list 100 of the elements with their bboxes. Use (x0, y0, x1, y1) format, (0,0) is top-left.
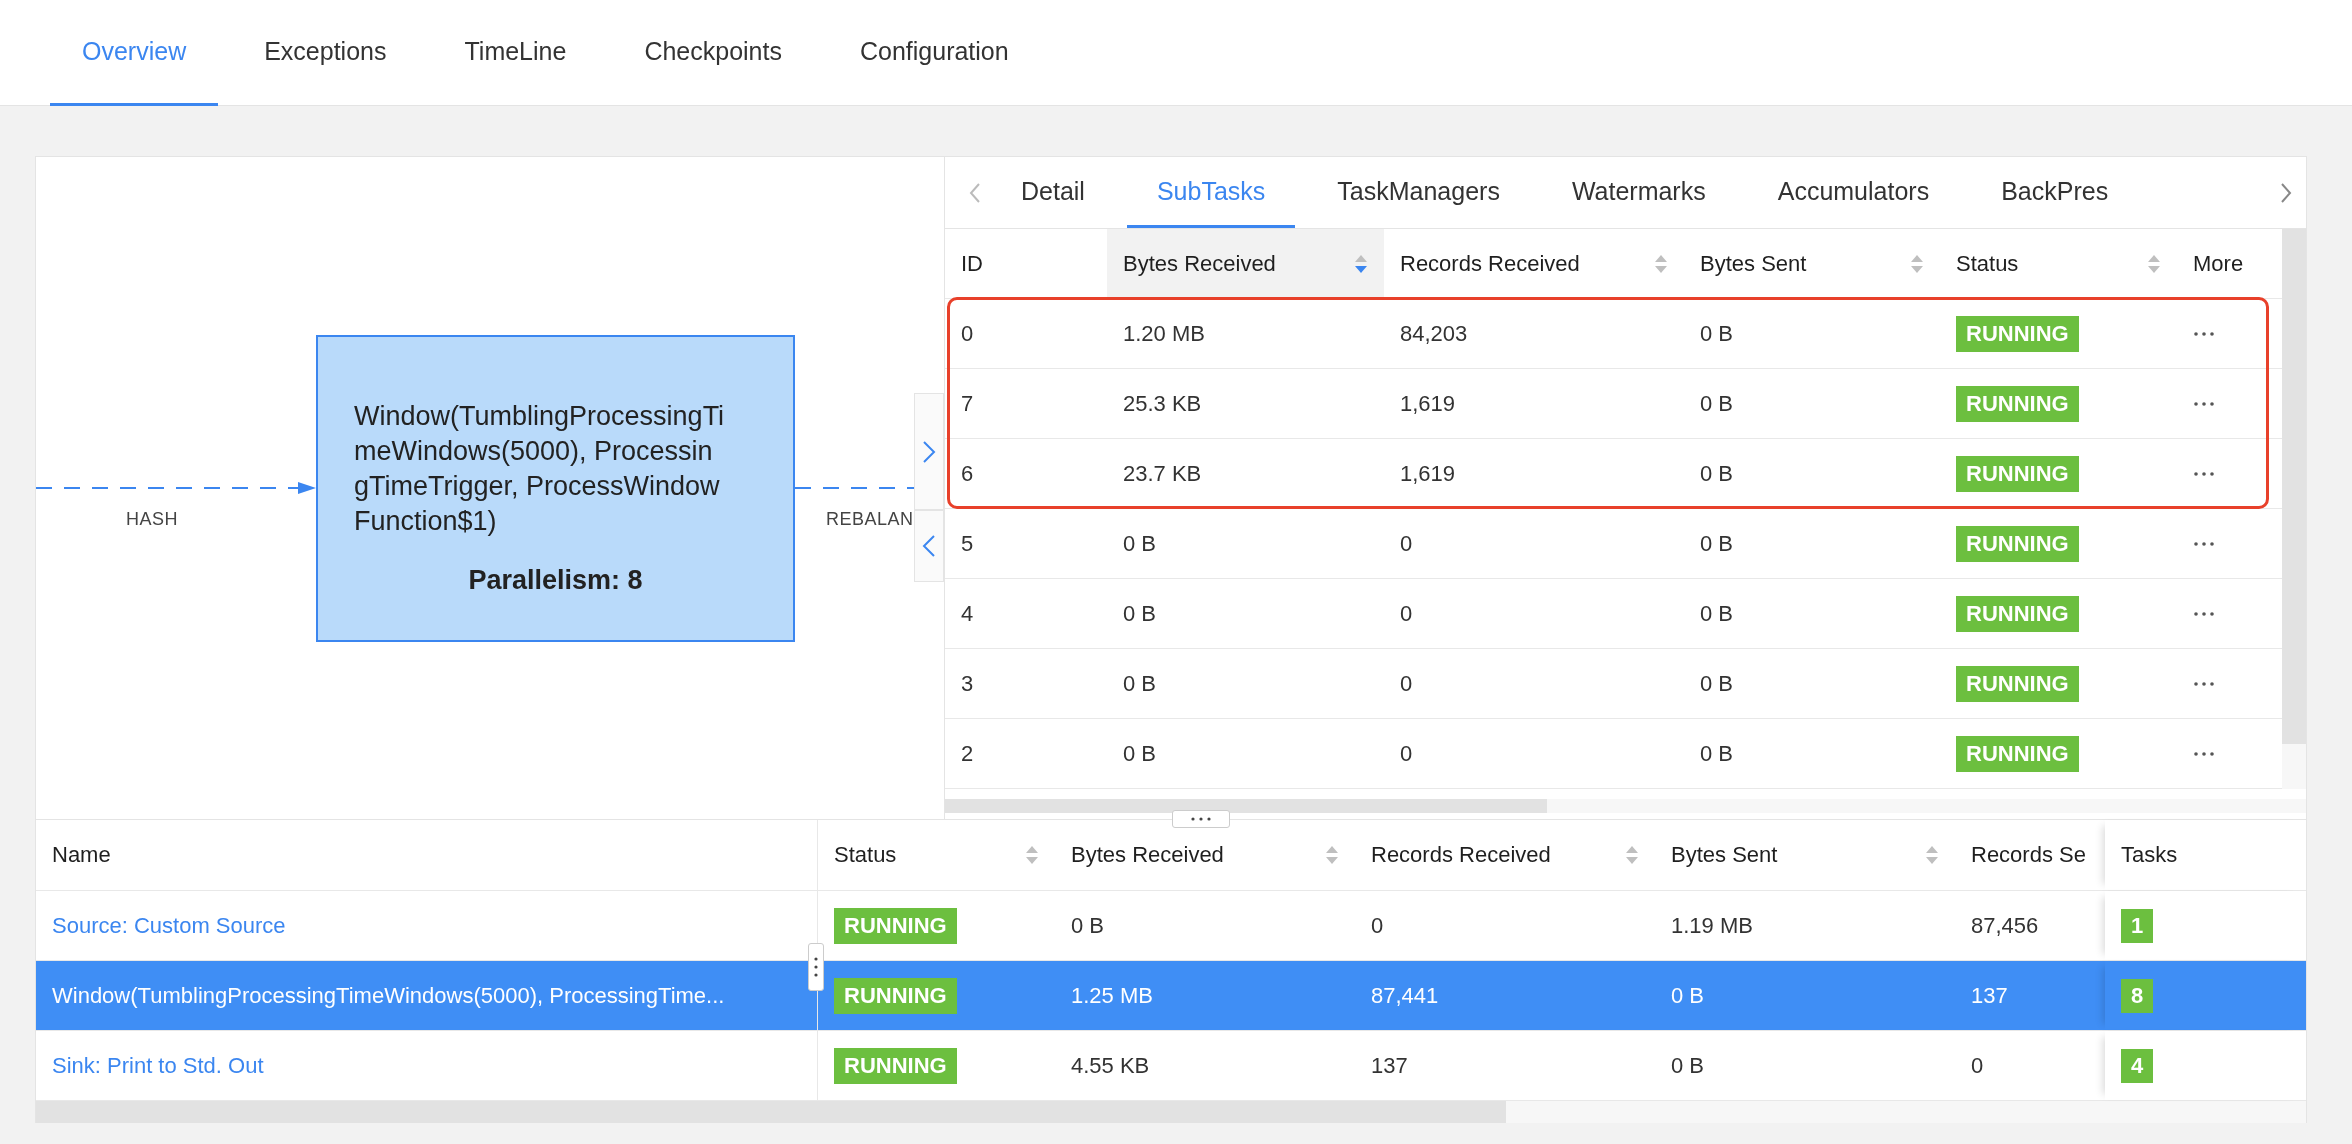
page-tab[interactable]: Overview (50, 0, 219, 106)
more-icon[interactable] (2193, 540, 2215, 547)
scrollbar[interactable] (945, 799, 1547, 813)
table-cell-text: 0 B (1699, 319, 1735, 348)
more-icon[interactable] (2193, 470, 2215, 477)
status-badge: RUNNING (1956, 595, 2079, 632)
split-resize-handle[interactable] (1172, 810, 1230, 828)
status-badge: RUNNING (834, 977, 957, 1014)
status-badge: RUNNING (1956, 385, 2079, 422)
chevron-right-icon[interactable] (2280, 181, 2292, 204)
column-header[interactable]: Records Received (1355, 820, 1655, 890)
table-cell-text: 5 (960, 529, 975, 558)
table-cell-text: 0 (1399, 739, 1414, 768)
table-cell-text: 137 (1970, 981, 2009, 1010)
status-badge: RUNNING (1956, 735, 2079, 772)
table-cell-text: 0 B (1122, 739, 1158, 768)
operator-node[interactable]: Window(TumblingProcessingTimeWindows(5000), ProcessingTimeTrigger, ProcessWindowFunction$1) Parallelism: 8 (316, 335, 795, 642)
sort-icon[interactable] (1625, 844, 1639, 866)
task-count-badge: 4 (2121, 1048, 2154, 1083)
detail-tab[interactable]: TaskManagers (1307, 157, 1530, 228)
vertex-name-link[interactable]: Sink: Print to Std. Out (36, 1031, 818, 1100)
table-cell-text: 2 (960, 739, 975, 768)
column-header[interactable]: Status (818, 820, 1055, 890)
column-header: ID (960, 249, 984, 278)
detail-tab[interactable]: Accumulators (1747, 157, 1960, 228)
table-cell-text: 0 (1399, 529, 1414, 558)
more-icon[interactable] (2193, 680, 2215, 687)
table-cell-text: 1.25 MB (1070, 981, 1154, 1010)
node-parallelism: Parallelism: 8 (467, 565, 644, 596)
table-cell-text: 0 B (1122, 669, 1158, 698)
sort-icon[interactable] (1325, 844, 1339, 866)
page-tab[interactable]: Exceptions (232, 0, 419, 106)
table-cell-text: 0 B (1699, 669, 1735, 698)
table-cell-text: 4.55 KB (1070, 1051, 1151, 1080)
table-cell-text: 6 (960, 459, 975, 488)
sort-icon[interactable] (1025, 844, 1039, 866)
table-cell-text: 0 B (1122, 599, 1158, 628)
status-badge: RUNNING (1956, 525, 2079, 562)
table-cell-text: 137 (1370, 1051, 1409, 1080)
table-cell-text: 1,619 (1399, 459, 1457, 488)
table-cell-text: 0 B (1670, 1051, 1706, 1080)
page-tab[interactable]: TimeLine (432, 0, 599, 106)
table-cell-text: 23.7 KB (1122, 459, 1203, 488)
detail-tab[interactable]: BackPres (1971, 157, 2139, 228)
table-cell-text: 0 (1399, 669, 1414, 698)
column-header[interactable]: Bytes Received (1055, 820, 1355, 890)
collapse-button[interactable] (914, 510, 944, 582)
column-header[interactable]: Records Received (1384, 229, 1684, 298)
page-tab[interactable]: Configuration (827, 0, 1041, 106)
table-cell-text: 0 B (1699, 459, 1735, 488)
more-icon[interactable] (2193, 330, 2215, 337)
status-badge: RUNNING (834, 1047, 957, 1084)
scrollbar[interactable] (2282, 229, 2306, 744)
column-header: Records Se (1970, 841, 2087, 869)
table-cell-text: 1.20 MB (1122, 319, 1206, 348)
detail-tab[interactable]: Watermarks (1541, 157, 1736, 228)
table-cell-text: 0 B (1699, 739, 1735, 768)
column-header: Name (36, 820, 818, 890)
more-icon[interactable] (2193, 750, 2215, 757)
page-tab[interactable]: Checkpoints (612, 0, 814, 106)
table-cell-text: 0 (1399, 599, 1414, 628)
vertex-row[interactable]: Sink: Print to Std. Out RUNNING 4.55 KB 137 0 B 0 4 (36, 1031, 2306, 1101)
chevron-right-icon (922, 439, 936, 464)
chevron-left-icon[interactable] (969, 181, 981, 204)
table-cell-text: 0 (1970, 1051, 1985, 1080)
more-icon[interactable] (2193, 610, 2215, 617)
scrollbar[interactable] (36, 1101, 1506, 1123)
table-cell-text: 87,441 (1370, 981, 1440, 1010)
more-icon[interactable] (2193, 400, 2215, 407)
table-cell-text: 1.19 MB (1670, 911, 1754, 940)
task-count-badge: 8 (2121, 978, 2154, 1013)
expand-button[interactable] (914, 393, 944, 510)
table-cell-text: 0 B (1699, 599, 1735, 628)
table-cell-text: 4 (960, 599, 975, 628)
column-header[interactable]: Bytes Received (1107, 229, 1384, 298)
task-count-badge: 1 (2121, 908, 2154, 943)
table-cell-text: 25.3 KB (1122, 389, 1203, 418)
table-cell-text: 84,203 (1399, 319, 1469, 348)
column-header: Tasks (2105, 820, 2306, 890)
edge-label: REBALAN (826, 509, 914, 530)
table-cell-text: 3 (960, 669, 975, 698)
table-cell-text: 0 (1370, 911, 1385, 940)
column-header[interactable]: Status (1940, 229, 2177, 298)
detail-tab[interactable]: Detail (991, 157, 1115, 228)
column-header: More (2192, 249, 2245, 278)
status-badge: RUNNING (1956, 665, 2079, 702)
table-cell-text: 1,619 (1399, 389, 1457, 418)
column-resize-handle[interactable] (808, 943, 824, 991)
column-header[interactable]: Bytes Sent (1684, 229, 1940, 298)
status-badge: RUNNING (1956, 315, 2079, 352)
status-badge: RUNNING (834, 907, 957, 944)
node-title: Window(TumblingProcessingTimeWindows(5000), ProcessingTimeTrigger, ProcessWindowFunction$1) (354, 400, 726, 538)
table-cell-text: 0 B (1670, 981, 1706, 1010)
column-header[interactable]: Bytes Sent (1655, 820, 1955, 890)
table-cell-text: 0 (960, 319, 975, 348)
chevron-left-icon (922, 534, 936, 558)
table-cell-text: 0 B (1070, 911, 1106, 940)
table-cell-text: 0 B (1699, 529, 1735, 558)
sort-icon[interactable] (1925, 844, 1939, 866)
table-cell-text: 0 B (1699, 389, 1735, 418)
